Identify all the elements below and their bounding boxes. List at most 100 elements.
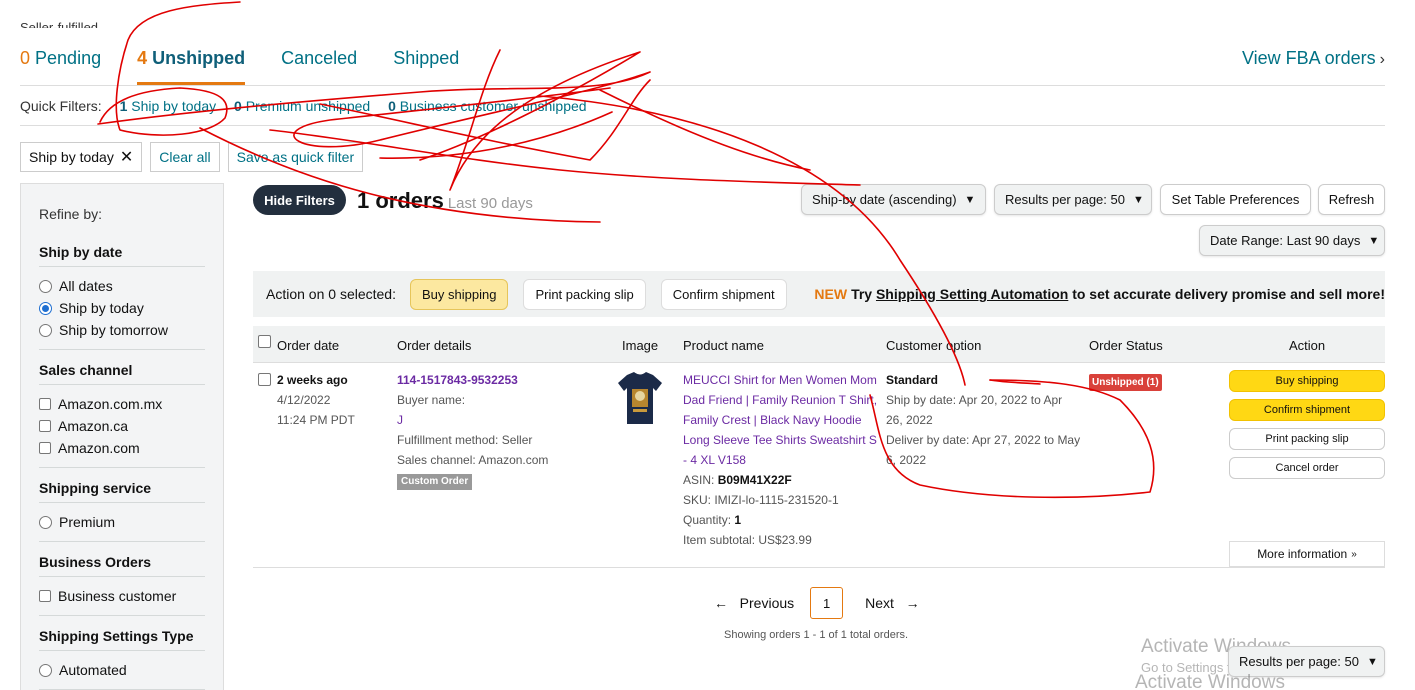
previous-label: Previous bbox=[739, 595, 795, 611]
chip-label: Ship by today bbox=[29, 149, 114, 165]
checkbox-amazon-ca[interactable]: Amazon.ca bbox=[39, 415, 205, 437]
tab-canceled[interactable]: Canceled bbox=[281, 44, 357, 69]
save-quick-filter-button[interactable]: Save as quick filter bbox=[227, 142, 364, 172]
date-range-select[interactable]: Date Range: Last 90 days ▼ bbox=[1199, 225, 1385, 256]
tab-shipped[interactable]: Shipped bbox=[393, 44, 459, 69]
fulfillment-method: Fulfillment method: Seller bbox=[397, 433, 533, 447]
results-per-page-select[interactable]: Results per page: 50 ▼ bbox=[994, 184, 1152, 215]
custom-order-badge: Custom Order bbox=[397, 474, 473, 490]
chevron-down-icon: ▼ bbox=[1368, 234, 1380, 247]
sales-channel-section: Sales channel Amazon.com.mx Amazon.ca Am… bbox=[39, 362, 205, 468]
checkbox-icon bbox=[39, 590, 51, 602]
bulk-buy-shipping-button[interactable]: Buy shipping bbox=[409, 278, 509, 310]
option-label: Business customer bbox=[58, 588, 177, 604]
option-label: Automated bbox=[59, 662, 127, 678]
tab-pending[interactable]: 0 Pending bbox=[20, 44, 101, 69]
shipping-option: Standard bbox=[886, 373, 939, 387]
product-title-line[interactable]: Long Sleeve Tee Shirts Sweatshirt S bbox=[683, 430, 879, 450]
product-title-line[interactable]: - 4 XL V158 bbox=[683, 450, 879, 470]
checkbox-business-customer[interactable]: Business customer bbox=[39, 585, 205, 607]
cancel-order-button[interactable]: Cancel order bbox=[1229, 457, 1385, 479]
section-title: Seller-fulfilled bbox=[20, 20, 99, 28]
next-page-button[interactable]: Next → bbox=[865, 595, 919, 611]
row-checkbox[interactable] bbox=[258, 373, 271, 386]
quantity: Quantity: 1 bbox=[683, 510, 879, 530]
asin: ASIN: B09M41X22F bbox=[683, 470, 879, 490]
quick-filter-ship-by-today[interactable]: 1 Ship by today bbox=[120, 98, 217, 114]
deliver-by-date-cont: 6, 2022 bbox=[886, 453, 927, 467]
quick-filter-premium-unshipped[interactable]: 0 Premium unshipped bbox=[234, 98, 370, 114]
order-count: 1 orders Last 90 days bbox=[357, 188, 533, 214]
order-status-cell: Unshipped (1) bbox=[1089, 371, 1162, 391]
bulk-action-bar: Action on 0 selected: Buy shipping Print… bbox=[253, 271, 1385, 317]
hide-filters-button[interactable]: Hide Filters bbox=[253, 185, 346, 215]
business-orders-section: Business Orders Business customer bbox=[39, 554, 205, 616]
col-order-date[interactable]: Order date bbox=[277, 338, 339, 353]
bulk-confirm-shipment-button[interactable]: Confirm shipment bbox=[660, 278, 787, 310]
quick-filter-business-unshipped[interactable]: 0 Business customer unshipped bbox=[388, 98, 586, 114]
buy-shipping-button[interactable]: Buy shipping bbox=[1229, 370, 1385, 392]
bulk-print-packing-slip-button[interactable]: Print packing slip bbox=[523, 278, 646, 310]
checkbox-icon bbox=[39, 442, 51, 454]
buyer-name-link[interactable]: J bbox=[397, 410, 607, 430]
confirm-shipment-button[interactable]: Confirm shipment bbox=[1229, 399, 1385, 421]
shipping-service-section: Shipping service Premium bbox=[39, 480, 205, 542]
active-filter-chips: Ship by today ✕ Clear all Save as quick f… bbox=[20, 142, 364, 172]
tab-label: Unshipped bbox=[152, 48, 246, 68]
section-heading: Sales channel bbox=[39, 362, 205, 385]
refine-label: Refine by: bbox=[39, 206, 103, 222]
arrow-left-icon: ← bbox=[714, 595, 728, 611]
refresh-button[interactable]: Refresh bbox=[1318, 184, 1385, 215]
date-range-value: Date Range: Last 90 days bbox=[1210, 233, 1361, 248]
col-product-name: Product name bbox=[683, 338, 764, 353]
close-icon[interactable]: ✕ bbox=[120, 147, 133, 167]
quick-filter-label: Premium unshipped bbox=[245, 98, 371, 114]
radio-premium[interactable]: Premium bbox=[39, 511, 205, 533]
radio-selected-icon bbox=[39, 301, 52, 315]
chevron-down-icon: ▼ bbox=[1132, 193, 1144, 206]
filter-chip-ship-by-today[interactable]: Ship by today ✕ bbox=[20, 142, 143, 172]
shipping-automation-link[interactable]: Shipping Setting Automation bbox=[876, 286, 1068, 302]
print-packing-slip-button[interactable]: Print packing slip bbox=[1229, 428, 1385, 450]
radio-ship-by-today[interactable]: Ship by today bbox=[39, 297, 205, 319]
fba-link-label: View FBA orders bbox=[1241, 48, 1376, 68]
checkbox-amazon-mx[interactable]: Amazon.com.mx bbox=[39, 393, 205, 415]
more-information-button[interactable]: More information» bbox=[1229, 541, 1385, 567]
option-label: All dates bbox=[59, 278, 113, 294]
clear-all-button[interactable]: Clear all bbox=[150, 142, 220, 172]
order-count-value: 1 orders bbox=[357, 188, 444, 213]
radio-all-dates[interactable]: All dates bbox=[39, 275, 205, 297]
set-table-preferences-button[interactable]: Set Table Preferences bbox=[1160, 184, 1311, 215]
product-title-line[interactable]: Dad Friend | Family Reunion T Shirt, bbox=[683, 390, 879, 410]
select-all-checkbox[interactable] bbox=[258, 335, 271, 348]
tab-unshipped[interactable]: 4 Unshipped bbox=[137, 44, 246, 85]
checkbox-amazon-com[interactable]: Amazon.com bbox=[39, 437, 205, 459]
quick-filter-count: 0 bbox=[234, 98, 242, 114]
radio-automated[interactable]: Automated bbox=[39, 659, 205, 681]
view-fba-orders-link[interactable]: View FBA orders › bbox=[1242, 48, 1385, 69]
orders-table-header: Order date Order details Image Product n… bbox=[253, 326, 1385, 363]
previous-page-button[interactable]: ← Previous bbox=[714, 595, 794, 611]
checkbox-icon bbox=[39, 398, 51, 410]
chevron-double-down-icon: » bbox=[1351, 548, 1357, 560]
buyer-label: Buyer name: bbox=[397, 393, 466, 407]
quick-filter-count: 0 bbox=[388, 98, 396, 114]
order-id-link[interactable]: 114-1517843-9532253 bbox=[397, 370, 607, 390]
radio-ship-by-tomorrow[interactable]: Ship by tomorrow bbox=[39, 319, 205, 341]
col-order-status: Order Status bbox=[1089, 338, 1163, 353]
product-thumbnail[interactable] bbox=[617, 371, 663, 425]
page-number-current[interactable]: 1 bbox=[810, 587, 844, 619]
action-selected-label: Action on 0 selected: bbox=[266, 286, 396, 302]
radio-icon bbox=[39, 279, 52, 293]
per-page-value: Results per page: 50 bbox=[1239, 654, 1359, 669]
col-order-details: Order details bbox=[397, 338, 472, 353]
order-age: 2 weeks ago bbox=[277, 373, 348, 387]
product-name-cell: MEUCCI Shirt for Men Women Mom Dad Frien… bbox=[683, 370, 879, 550]
product-title-line[interactable]: MEUCCI Shirt for Men Women Mom bbox=[683, 370, 879, 390]
sort-select[interactable]: Ship-by date (ascending) ▼ bbox=[801, 184, 986, 215]
section-heading: Shipping Settings Type bbox=[39, 628, 205, 651]
product-title-line[interactable]: Family Crest | Black Navy Hoodie bbox=[683, 410, 879, 430]
order-date: 4/12/2022 bbox=[277, 390, 387, 410]
deliver-by-date: Deliver by date: Apr 27, 2022 to May bbox=[886, 433, 1081, 447]
option-label: Ship by tomorrow bbox=[59, 322, 168, 338]
